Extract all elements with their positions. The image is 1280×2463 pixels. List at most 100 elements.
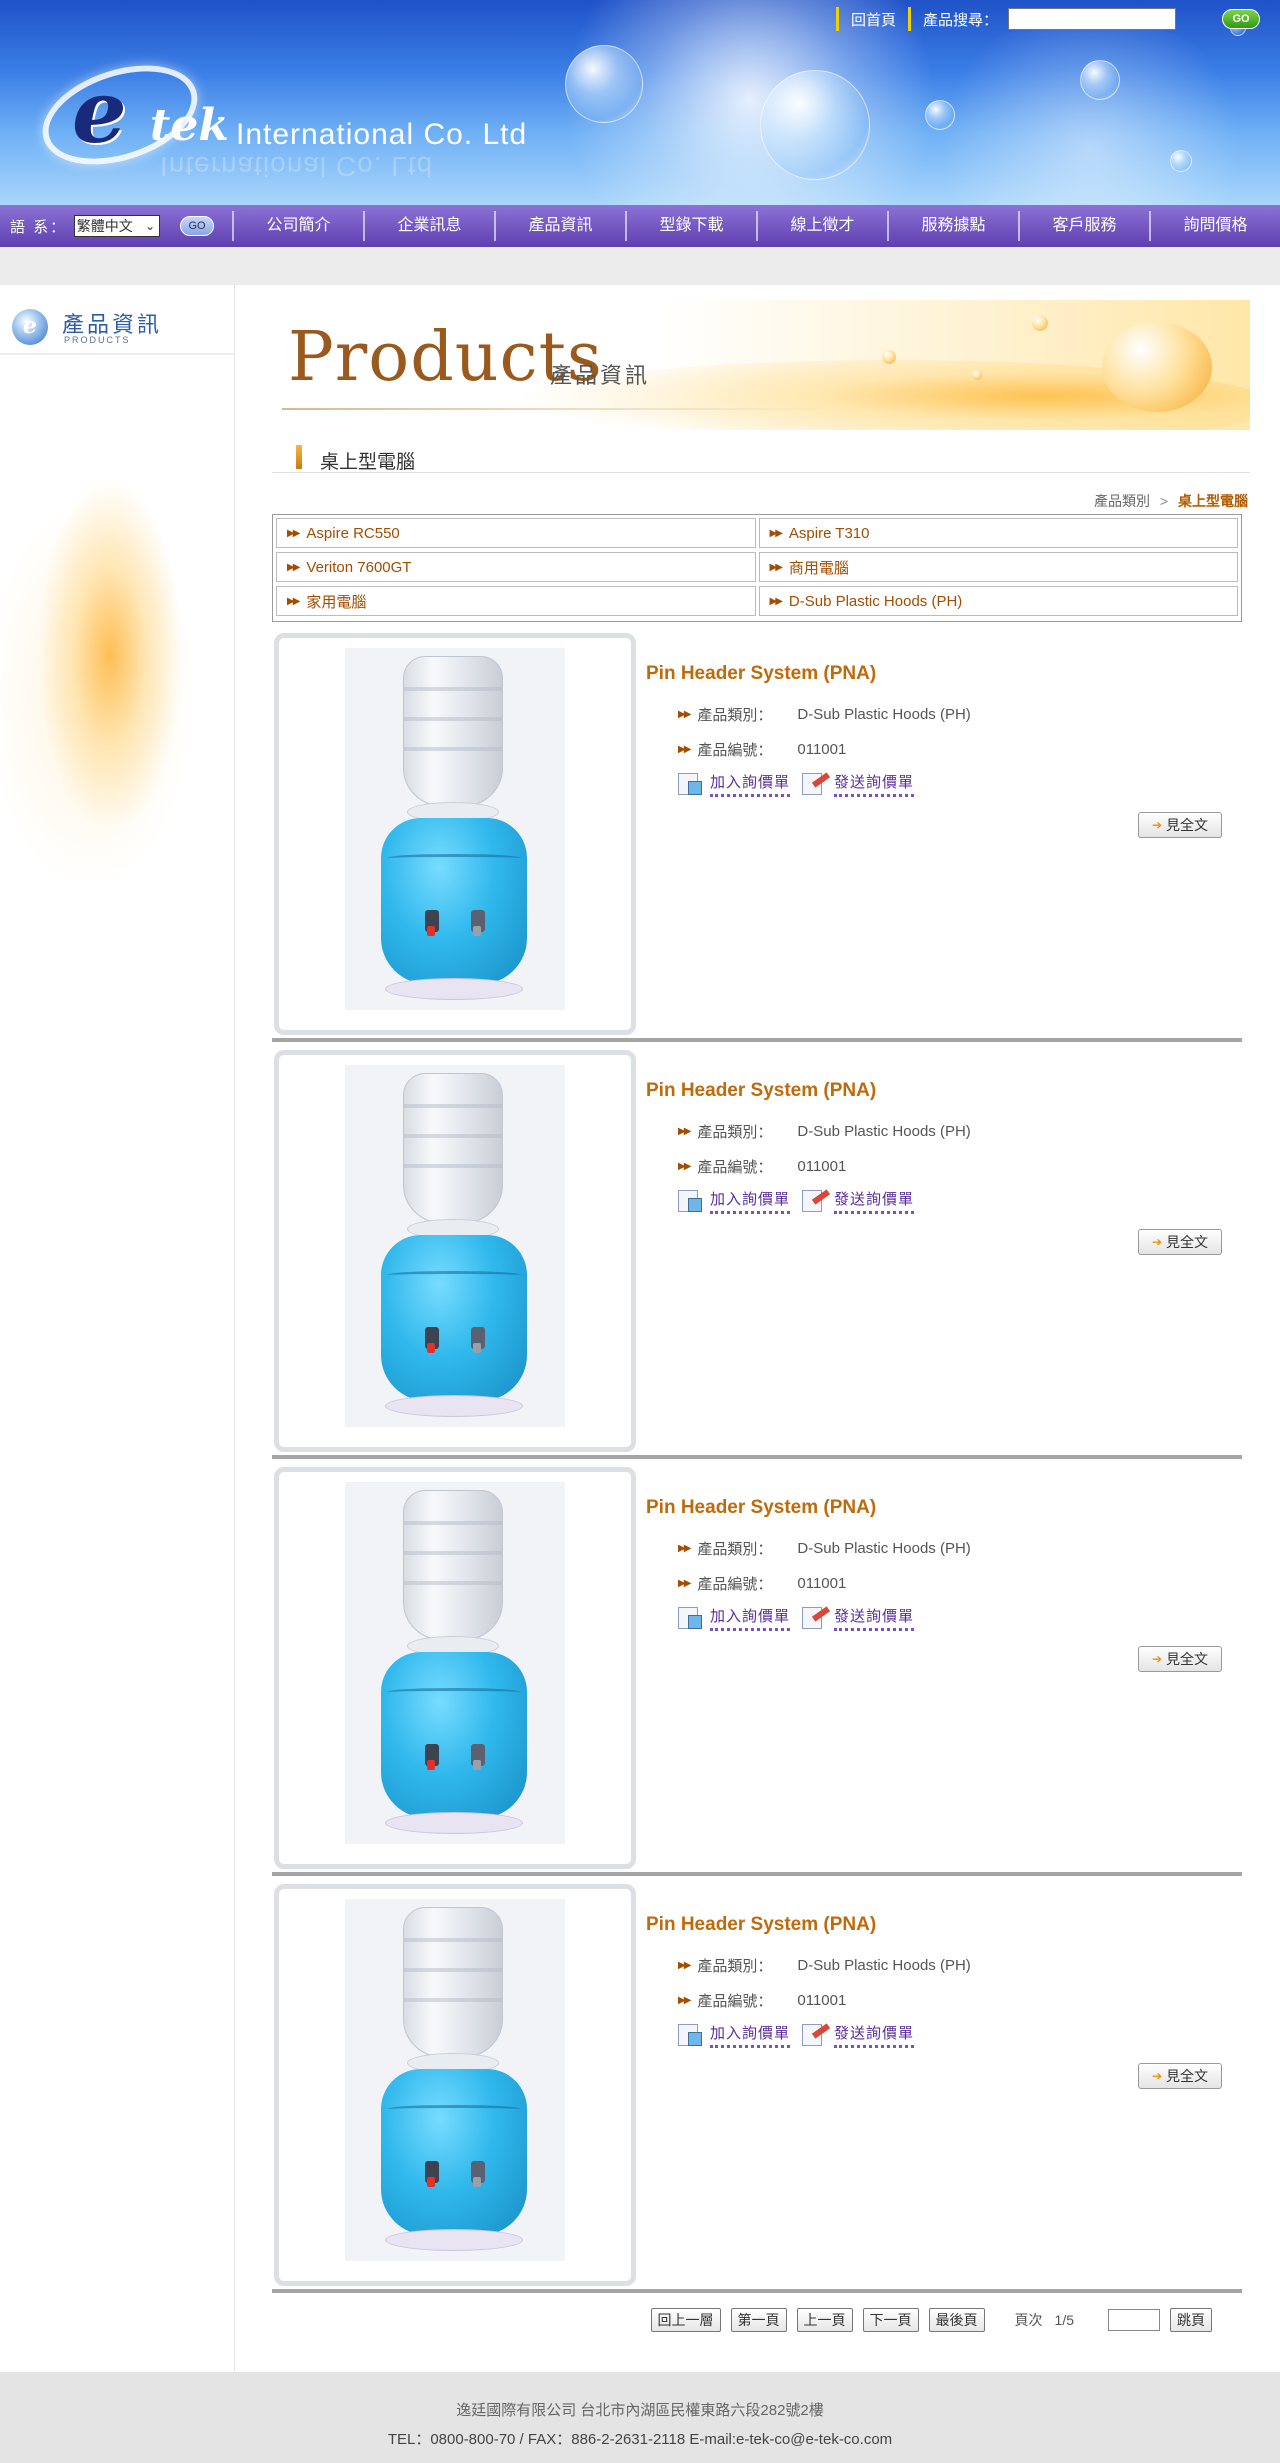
search-go-button[interactable]: GO [1222,9,1260,29]
product-info: Pin Header System (PNA) ▶▶ 產品類別： D-Sub Pla… [646,663,1236,797]
banner-orb [882,350,896,364]
double-arrow-icon: ▶▶ [678,709,691,720]
product-image-frame[interactable] [274,1467,636,1869]
send-quote-button[interactable]: 發送詢價單 [800,771,915,797]
product-category-row: ▶▶ 產品類別： D-Sub Plastic Hoods (PH) [646,1531,1236,1566]
breadcrumb-root[interactable]: 產品類別 [1094,493,1150,509]
jump-page-button[interactable]: 跳頁 [1170,2308,1212,2332]
read-more-label: 見全文 [1166,817,1209,833]
product-info: Pin Header System (PNA) ▶▶ 產品類別： D-Sub Pla… [646,1497,1236,1631]
arrow-right-icon: ➔ [1151,1652,1163,1666]
category-link[interactable]: ▶▶ Aspire RC550 [276,518,756,548]
read-more-button[interactable]: ➔ 見全文 [1138,1229,1222,1255]
nav-item-quote[interactable]: 詢問價格 [1149,211,1280,241]
read-more-button[interactable]: ➔ 見全文 [1138,1646,1222,1672]
top-link-divider [907,7,911,31]
double-arrow-icon: ▶▶ [287,561,300,573]
product-name[interactable]: Pin Header System (PNA) [646,1080,1236,1102]
language-go-button[interactable]: GO [180,216,214,236]
sidebar-decoration [0,365,235,1565]
product-image-frame[interactable] [274,1884,636,2286]
pager-up-button[interactable]: 回上一層 [650,2308,721,2332]
nav-item-news[interactable]: 企業訊息 [363,211,494,241]
send-quote-icon [800,1605,831,1631]
read-more-button[interactable]: ➔ 見全文 [1138,812,1222,838]
product-category-label: 產品類別： [697,1958,773,1975]
home-link[interactable]: 回首頁 [851,9,896,30]
send-quote-icon [800,1188,831,1214]
e-logo-icon: e [12,309,48,345]
product-info: Pin Header System (PNA) ▶▶ 產品類別： D-Sub Pla… [646,1914,1236,2048]
add-to-quote-button[interactable]: 加入詢價單 [676,1188,791,1214]
logo-e: e [72,62,127,163]
read-more-label: 見全文 [1166,1234,1209,1250]
add-to-quote-button[interactable]: 加入詢價單 [676,2022,791,2048]
send-quote-button[interactable]: 發送詢價單 [800,2022,915,2048]
pager-next-button[interactable]: 下一頁 [862,2308,919,2332]
jump-page-input[interactable] [1108,2309,1160,2331]
banner-title-zh: 產品資訊 [550,363,651,388]
product-code-row: ▶▶ 產品編號： 011001 [646,732,1236,767]
product-image-frame[interactable] [274,1050,636,1452]
nav-item-about[interactable]: 公司簡介 [232,211,363,241]
product-list: Pin Header System (PNA) ▶▶ 產品類別： D-Sub Pla… [272,625,1242,2293]
product-item: Pin Header System (PNA) ▶▶ 產品類別： D-Sub Pla… [272,1042,1242,1459]
product-category-value: D-Sub Plastic Hoods (PH) [797,1540,971,1557]
language-select[interactable]: 繁體中文 ⌄ [73,215,161,237]
category-link[interactable]: ▶▶ D-Sub Plastic Hoods (PH) [758,586,1238,616]
category-title: 桌上型電腦 [320,452,416,473]
page-value: 1/5 [1054,2312,1074,2328]
product-code-label: 產品編號： [697,1576,773,1593]
site-header: e tek International Co. Ltd Internationa… [0,0,1280,205]
read-more-button[interactable]: ➔ 見全文 [1138,2063,1222,2089]
nav-item-support[interactable]: 客戶服務 [1018,211,1149,241]
product-code-value: 011001 [797,1992,847,2009]
banner-orb [972,370,982,380]
nav-item-catalog[interactable]: 型錄下載 [625,211,756,241]
product-code-label: 產品編號： [697,742,773,759]
product-category-value: D-Sub Plastic Hoods (PH) [797,706,971,723]
category-link-label: 家用電腦 [306,593,367,611]
nav-item-products[interactable]: 產品資訊 [494,211,625,241]
category-link[interactable]: ▶▶ 商用電腦 [758,552,1238,582]
add-quote-icon [676,1188,706,1214]
product-code-value: 011001 [797,741,847,758]
sidebar: e 產品資訊 PRODUCTS [0,285,235,2372]
search-input[interactable] [1008,8,1176,30]
category-link-label: 商用電腦 [788,559,849,577]
product-item: Pin Header System (PNA) ▶▶ 產品類別： D-Sub Pla… [272,1459,1242,1876]
add-to-quote-button[interactable]: 加入詢價單 [676,771,791,797]
pager-first-button[interactable]: 第一頁 [730,2308,787,2332]
add-to-quote-button[interactable]: 加入詢價單 [676,1605,791,1631]
double-arrow-icon: ▶▶ [287,527,300,539]
logo-tek: tek [150,100,229,151]
nav-item-careers[interactable]: 線上徵才 [756,211,887,241]
water-dispenser-image [345,1899,565,2261]
product-name[interactable]: Pin Header System (PNA) [646,1914,1236,1936]
pager-prev-button[interactable]: 上一頁 [796,2308,853,2332]
read-more-label: 見全文 [1166,1651,1209,1667]
pagination: 回上一層 第一頁 上一頁 下一頁 最後頁 頁次 1/5 跳頁 [272,2300,1242,2340]
category-link[interactable]: ▶▶ Aspire T310 [758,518,1238,548]
send-quote-label: 發送詢價單 [834,1188,915,1214]
nav-item-locations[interactable]: 服務據點 [887,211,1018,241]
category-link[interactable]: ▶▶ 家用電腦 [276,586,756,616]
product-image-frame[interactable] [274,633,636,1035]
chevron-down-icon: ⌄ [145,219,156,233]
banner-orb [1102,322,1212,412]
products-banner: Products 產品資訊 [272,300,1250,430]
product-actions: 加入詢價單 發送詢價單 [646,771,1236,797]
product-category-value: D-Sub Plastic Hoods (PH) [797,1957,971,1974]
send-quote-button[interactable]: 發送詢價單 [800,1188,915,1214]
product-name[interactable]: Pin Header System (PNA) [646,1497,1236,1519]
product-code-value: 011001 [797,1575,847,1592]
send-quote-button[interactable]: 發送詢價單 [800,1605,915,1631]
product-name[interactable]: Pin Header System (PNA) [646,663,1236,685]
arrow-right-icon: ➔ [1151,818,1163,832]
category-link[interactable]: ▶▶ Veriton 7600GT [276,552,756,582]
footer-contact: TEL：0800-800-70 / FAX：886-2-2631-2118 E-… [387,2431,893,2448]
pager-last-button[interactable]: 最後頁 [928,2308,985,2332]
add-to-quote-label: 加入詢價單 [710,1605,791,1631]
top-links: 回首頁 產品搜尋： GO [824,6,1280,32]
sidebar-title: e 產品資訊 PRODUCTS [12,297,232,349]
